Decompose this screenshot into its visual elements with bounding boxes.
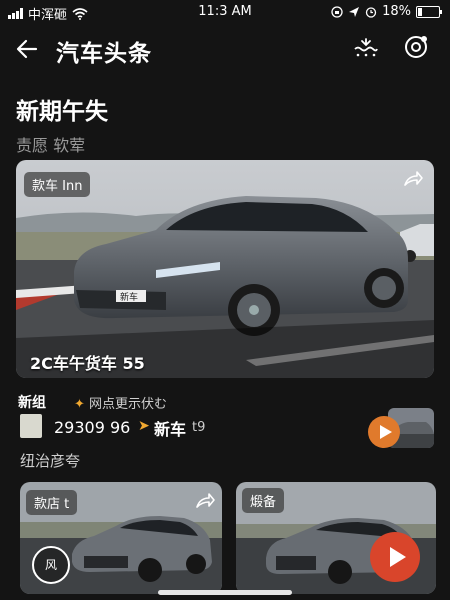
pin-icon: ➤ — [138, 418, 150, 434]
share-icon[interactable] — [194, 490, 216, 512]
row-status-text: 网点更示伏む — [89, 397, 168, 412]
share-icon[interactable] — [402, 168, 424, 190]
comment-bubble-icon[interactable]: 风 — [32, 546, 70, 584]
hero-tag: 款车 Inn — [24, 172, 91, 197]
location-icon — [349, 6, 360, 17]
list-item[interactable]: 新组 ✦ 网点更示伏む 29309 96 ➤ 新车 t9 纽治彦夸 — [16, 388, 434, 470]
video-card-right[interactable]: 煅备 — [236, 482, 436, 594]
status-bar: 中浑砸 11:3 AM 18% — [0, 0, 450, 24]
document-icon — [20, 414, 42, 438]
hero-caption: 2C车午货车 55 — [30, 354, 145, 373]
alarm-icon — [365, 6, 377, 18]
plate-text: 新车 — [120, 291, 138, 303]
section-subtitle: 责愿 软荤 — [16, 136, 86, 155]
battery-icon — [416, 5, 442, 18]
play-button[interactable] — [368, 416, 400, 448]
row-status: ✦ 网点更示伏む — [74, 393, 167, 412]
nav-bar: 汽车头条 — [0, 28, 450, 72]
row-number: 29309 96 — [54, 418, 131, 437]
hero-card[interactable]: 新车 款车 Inn 2C车午货车 55 — [16, 160, 434, 378]
card-right-tag: 煅备 — [242, 488, 285, 513]
row-bottom-text: 纽治彦夸 — [20, 452, 81, 470]
star-icon: ✦ — [74, 397, 85, 412]
battery-percent: 18% — [382, 4, 411, 19]
section-title: 新期午失 — [16, 99, 108, 125]
home-indicator — [158, 590, 292, 595]
card-left-tag: 款店 t — [26, 490, 78, 515]
video-card-left[interactable]: 款店 t 风 — [20, 482, 222, 594]
row-tag: 新组 — [18, 395, 46, 411]
target-icon[interactable] — [402, 33, 430, 61]
row-label: 新车 — [154, 420, 187, 439]
page-title: 汽车头条 — [56, 41, 152, 67]
back-arrow-icon[interactable] — [14, 36, 40, 62]
rotation-lock-icon — [331, 5, 343, 18]
row-label-suffix: t9 — [192, 420, 206, 435]
filter-icon[interactable] — [352, 34, 380, 62]
play-button[interactable] — [370, 532, 420, 582]
